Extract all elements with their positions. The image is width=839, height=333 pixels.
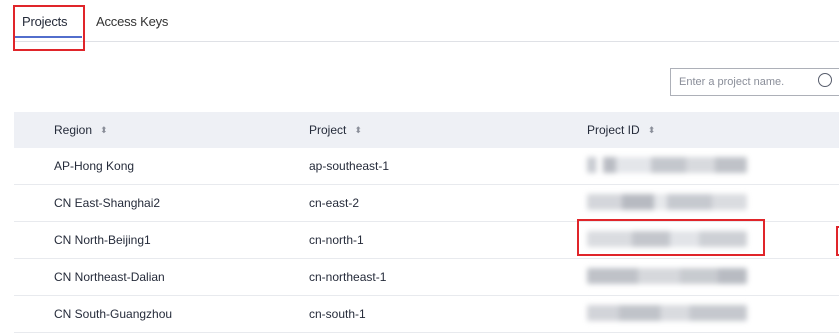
sort-icon[interactable]: ⬍ xyxy=(354,125,361,136)
redacted-project-id xyxy=(587,305,747,321)
column-header-label: Project ID xyxy=(587,123,640,137)
cell-region: AP-Hong Kong xyxy=(54,159,135,173)
redacted-project-id xyxy=(587,268,747,284)
column-header-project[interactable]: Project ⬍ xyxy=(309,123,362,137)
table-row: CN East-Shanghai2 cn-east-2 xyxy=(14,185,839,222)
cell-region: CN East-Shanghai2 xyxy=(54,196,161,210)
column-header-label: Region xyxy=(54,123,93,137)
search-icon[interactable] xyxy=(818,73,832,87)
cell-region: CN Northeast-Dalian xyxy=(54,270,165,284)
projects-table: Region ⬍ Project ⬍ Project ID ⬍ AP-Hong Kon… xyxy=(14,112,839,333)
cell-region: CN South-Guangzhou xyxy=(54,307,173,321)
table-row: CN Northeast-Dalian cn-northeast-1 xyxy=(14,259,839,296)
cell-project: cn-south-1 xyxy=(309,307,366,321)
sort-icon[interactable]: ⬍ xyxy=(648,125,655,136)
tab-projects[interactable]: Projects xyxy=(22,14,68,29)
search-box xyxy=(670,68,839,96)
cell-project: ap-southeast-1 xyxy=(309,159,390,173)
redacted-project-id xyxy=(587,157,747,173)
tab-access-keys[interactable]: Access Keys xyxy=(96,14,168,29)
tab-bar: Projects Access Keys xyxy=(14,0,839,42)
column-header-label: Project xyxy=(309,123,347,137)
table-row: AP-Hong Kong ap-southeast-1 xyxy=(14,148,839,185)
table-row: CN South-Guangzhou cn-south-1 xyxy=(14,296,839,333)
search-input[interactable] xyxy=(679,72,809,92)
cell-region: CN North-Beijing1 xyxy=(54,233,151,247)
cell-project: cn-north-1 xyxy=(309,233,364,247)
cell-project: cn-northeast-1 xyxy=(309,270,387,284)
redacted-project-id xyxy=(587,194,747,210)
redacted-project-id xyxy=(587,231,747,247)
active-tab-indicator xyxy=(14,36,82,38)
column-header-project-id[interactable]: Project ID ⬍ xyxy=(587,123,655,137)
column-header-region[interactable]: Region ⬍ xyxy=(54,123,108,137)
sort-icon[interactable]: ⬍ xyxy=(100,125,107,136)
cell-project: cn-east-2 xyxy=(309,196,360,210)
table-header: Region ⬍ Project ⬍ Project ID ⬍ xyxy=(14,112,839,148)
table-row: CN North-Beijing1 cn-north-1 xyxy=(14,222,839,259)
